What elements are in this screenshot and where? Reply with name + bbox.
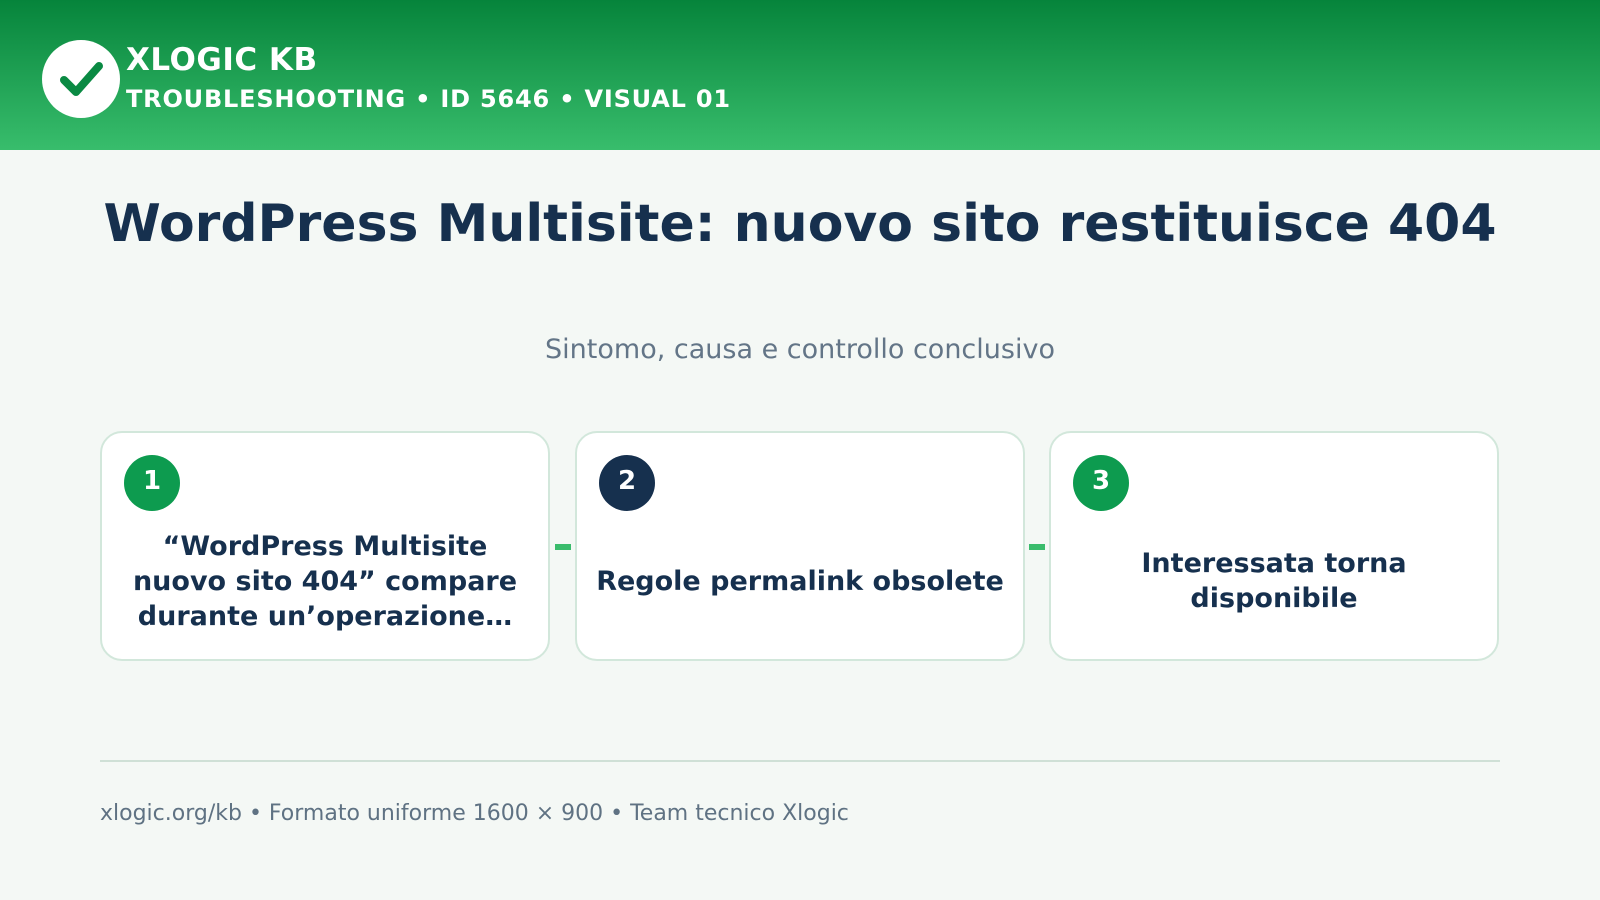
step-text: Regole permalink obsolete	[596, 565, 1004, 597]
page-title: WordPress Multisite: nuovo sito restitui…	[103, 194, 1497, 254]
footer-divider	[100, 760, 1500, 762]
article-meta: TROUBLESHOOTING • ID 5646 • VISUAL 01	[126, 85, 731, 113]
step-connector	[1029, 544, 1045, 550]
step-text: “WordPress Multisite nuovo sito 404” com…	[132, 530, 518, 632]
step-card-2: 2 Regole permalink obsolete	[575, 431, 1025, 661]
step-connector	[555, 544, 571, 550]
header-banner: XLOGIC KB TROUBLESHOOTING • ID 5646 • VI…	[0, 0, 1600, 150]
page-subtitle: Sintomo, causa e controllo conclusivo	[545, 334, 1055, 365]
step-text: Interessata torna disponibile	[1141, 548, 1407, 614]
step-card-1: 1 “WordPress Multisite nuovo sito 404” c…	[100, 431, 550, 661]
brand-name: XLOGIC KB	[126, 42, 318, 78]
check-circle-icon	[42, 40, 120, 118]
step-number-badge: 2	[599, 455, 655, 511]
step-number-badge: 3	[1073, 455, 1129, 511]
step-number-badge: 1	[124, 455, 180, 511]
footer-text: xlogic.org/kb • Formato uniforme 1600 × …	[100, 801, 849, 826]
step-card-3: 3 Interessata torna disponibile	[1049, 431, 1499, 661]
